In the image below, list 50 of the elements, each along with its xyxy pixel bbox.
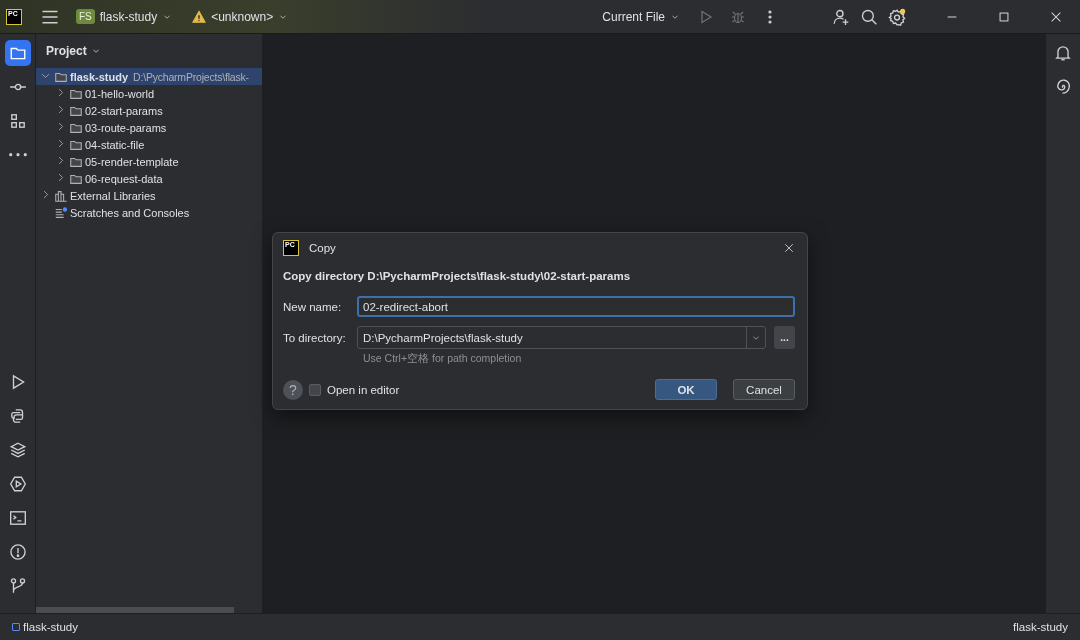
tree-item[interactable]: 04-static-file [36,136,262,153]
maximize-icon[interactable] [997,9,1011,24]
project-switcher[interactable]: FS flask-study [72,6,177,27]
cancel-button[interactable]: Cancel [733,379,795,400]
project-path: D:\PycharmProjects\flask- [133,70,249,83]
directory-combo[interactable]: D:\PycharmProjects\flask-study [357,326,766,349]
more-icon [8,153,27,157]
run-config-selector[interactable]: Current File [598,6,684,27]
structure-icon [8,112,27,130]
module-icon [12,623,20,631]
help-button[interactable]: ? [283,379,303,400]
tree-item[interactable]: External Libraries [36,187,262,204]
scratches-icon [54,205,68,220]
tree-item[interactable]: 06-request-data [36,170,262,187]
tree-item[interactable]: 03-route-params [36,119,262,136]
tree-item[interactable]: 01-hello-world [36,85,262,102]
panel-title[interactable]: Project [46,44,87,58]
ok-button[interactable]: OK [655,379,717,400]
dialog-heading: Copy directory D:\PycharmProjects\flask-study\02-start-params [283,270,632,282]
hint-text: Use Ctrl+空格 for path completion [363,352,523,366]
vcs-widget[interactable]: <unknown> [188,6,293,27]
layers-icon [8,441,27,459]
add-user-icon[interactable] [832,7,850,26]
status-project[interactable]: flask-study [1013,621,1068,633]
close-icon[interactable] [783,242,795,254]
field-label: To directory: [283,331,347,344]
bell-icon[interactable] [1054,44,1072,62]
browse-button[interactable]: ... [774,326,795,349]
warning-icon [8,543,27,561]
run-icon[interactable] [698,8,714,25]
name-field[interactable]: 02-redirect-abort [357,296,795,317]
spiral-icon[interactable] [1054,78,1072,96]
warning-icon [192,9,207,24]
folder-tool-button[interactable] [4,40,31,66]
tree-item[interactable]: Scratches and Consoles [36,204,262,221]
tree-item[interactable]: flask-study D:\PycharmProjects\flask- [36,68,262,85]
library-icon [54,188,68,203]
scrollbar[interactable] [36,607,234,613]
tree-item[interactable]: 02-start-params [36,102,262,119]
tree-item[interactable]: 05-render-template [36,153,262,170]
search-icon[interactable] [860,7,878,26]
checkbox-label[interactable]: Open in editor [327,383,400,396]
branch-icon [8,577,27,595]
terminal-icon [8,509,27,527]
dialog-title: Copy [309,242,336,254]
field-label: New name: [283,300,343,313]
services-icon [8,475,27,493]
settings-icon[interactable] [888,7,906,26]
checkbox[interactable] [309,383,321,396]
breadcrumb[interactable]: flask-study [23,621,78,633]
